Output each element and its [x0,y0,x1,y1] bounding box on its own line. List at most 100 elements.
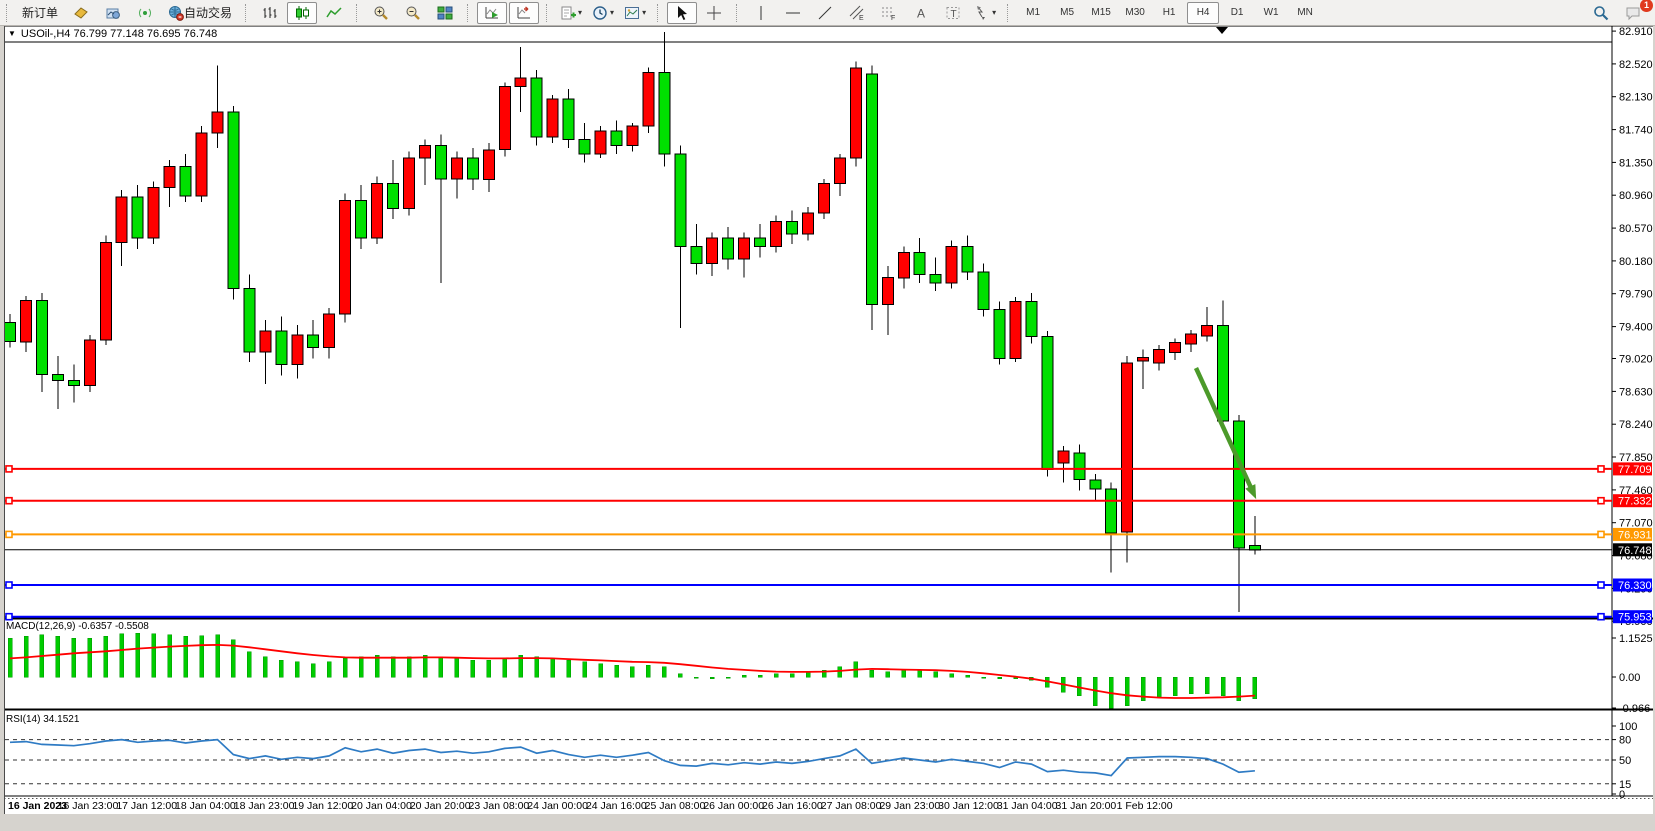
signals-icon[interactable] [130,2,160,24]
candles [5,32,1261,612]
svg-text:77.709: 77.709 [1618,464,1652,476]
templates-button[interactable]: ▾ [620,2,650,24]
price-label-box: 76.931 [1613,528,1652,542]
arrows-icon [974,5,990,21]
bar-chart-icon[interactable] [255,2,285,24]
auto-scroll-icon[interactable] [477,2,507,24]
svg-text:23 Jan 08:00: 23 Jan 08:00 [469,800,530,812]
autotrading-button[interactable]: 自动交易 [162,2,238,24]
timeframe-mn[interactable]: MN [1289,2,1321,24]
svg-text:79.400: 79.400 [1619,322,1653,334]
magnifier-plus-glyph [373,5,389,21]
chat-bubble-icon [1625,5,1641,21]
macd-label: MACD(12,26,9) -0.6357 -0.5508 [6,621,149,632]
svg-text:80.180: 80.180 [1619,256,1653,268]
svg-text:24 Jan 16:00: 24 Jan 16:00 [586,800,647,812]
timeframe-m30[interactable]: M30 [1119,2,1151,24]
svg-text:T: T [951,9,957,20]
candlestick-chart-icon[interactable] [287,2,317,24]
svg-text:18 Jan 04:00: 18 Jan 04:00 [175,800,236,812]
timeframe-m15[interactable]: M15 [1085,2,1117,24]
text-a-icon: A [913,5,929,21]
search-button[interactable] [1586,2,1616,24]
bars-glyph [262,5,278,21]
svg-text:1 Feb 12:00: 1 Feb 12:00 [1117,800,1173,812]
main-toolbar: 新订单 自动交易 ▾ ▾ ▾ E F A T ▾ M1 M5 M15 M30 H… [0,0,1655,26]
svg-text:82.520: 82.520 [1619,59,1653,71]
tiles-glyph [437,5,453,21]
channel-icon: E [849,5,865,21]
new-order-button[interactable]: 新订单 [16,2,64,24]
svg-text:78.630: 78.630 [1619,386,1653,398]
svg-text:18 Jan 23:00: 18 Jan 23:00 [234,800,295,812]
toolbar-separator [546,4,551,22]
timeframe-w1[interactable]: W1 [1255,2,1287,24]
rsi-levels: 1008050150 [5,721,1637,801]
svg-text:76.748: 76.748 [1618,545,1652,557]
cursor-arrow-icon [674,5,690,21]
chart-window: 82.91082.52082.13081.74081.35080.96080.5… [0,25,1655,826]
horizontal-line-tool[interactable] [778,2,808,24]
periods-button[interactable]: ▾ [588,2,618,24]
price-label-box: 76.330 [1613,579,1652,593]
pane-borders [4,26,1653,799]
timeframe-h1[interactable]: H1 [1153,2,1185,24]
vline-icon [753,5,769,21]
svg-text:77.332: 77.332 [1618,496,1652,508]
fibonacci-tool[interactable]: F [874,2,904,24]
tile-windows-icon[interactable] [430,2,460,24]
profiles-icon[interactable] [98,2,128,24]
autoscroll-glyph [484,5,500,21]
chevron-down-icon: ▾ [578,8,582,17]
svg-text:75.953: 75.953 [1618,612,1652,624]
channel-tool[interactable]: E [842,2,872,24]
autotrading-globe-icon [168,5,184,21]
hline-icon [785,5,801,21]
svg-text:77.850: 77.850 [1619,452,1653,464]
chevron-down-icon: ▾ [642,8,646,17]
zoom-out-icon[interactable] [398,2,428,24]
price-label-box: 76.748 [1613,543,1652,557]
vertical-line-tool[interactable] [746,2,776,24]
label-t-icon: T [945,5,961,21]
timeframe-h4[interactable]: H4 [1187,2,1219,24]
trendline-tool[interactable] [810,2,840,24]
crosshair-tool[interactable] [699,2,729,24]
text-tool[interactable]: A [906,2,936,24]
autotrading-label: 自动交易 [184,4,232,21]
svg-text:100: 100 [1619,721,1637,733]
clock-glyph [592,5,608,21]
svg-text:19 Jan 12:00: 19 Jan 12:00 [292,800,353,812]
chart-shift-marker[interactable] [1216,27,1228,34]
chart-canvas[interactable]: 82.91082.52082.13081.74081.35080.96080.5… [0,25,1655,831]
svg-text:76.931: 76.931 [1618,529,1652,541]
collapse-triangle-icon[interactable]: ▼ [8,29,16,38]
label-tool[interactable]: T [938,2,968,24]
terminal-icon[interactable] [66,2,96,24]
arrows-tool[interactable]: ▾ [970,2,1000,24]
toolbar-separator [1007,4,1012,22]
indicators-button[interactable]: ▾ [556,2,586,24]
notifications-button[interactable]: 1 [1618,2,1648,24]
svg-text:-0.966: -0.966 [1619,703,1650,715]
macd-histogram [8,633,1257,708]
timeframe-m1[interactable]: M1 [1017,2,1049,24]
crosshair-icon [706,5,722,21]
svg-text:79.790: 79.790 [1619,289,1653,301]
svg-text:26 Jan 16:00: 26 Jan 16:00 [762,800,823,812]
svg-text:82.130: 82.130 [1619,92,1653,104]
rsi-line [10,740,1255,776]
timeframe-m5[interactable]: M5 [1051,2,1083,24]
zoom-in-icon[interactable] [366,2,396,24]
line-chart-icon[interactable] [319,2,349,24]
toolbar-separator [356,4,361,22]
cursor-tool[interactable] [667,2,697,24]
chart-title: ▼USOil-,H4 76.799 77.148 76.695 76.748 [8,28,217,40]
svg-text:80.570: 80.570 [1619,223,1653,235]
price-label-box: 77.709 [1613,462,1652,476]
timeframe-d1[interactable]: D1 [1221,2,1253,24]
horizontal-line-objects[interactable] [5,466,1612,620]
chart-shift-icon[interactable] [509,2,539,24]
svg-text:1.1525: 1.1525 [1619,633,1653,645]
rsi-label: RSI(14) 34.1521 [6,714,79,725]
